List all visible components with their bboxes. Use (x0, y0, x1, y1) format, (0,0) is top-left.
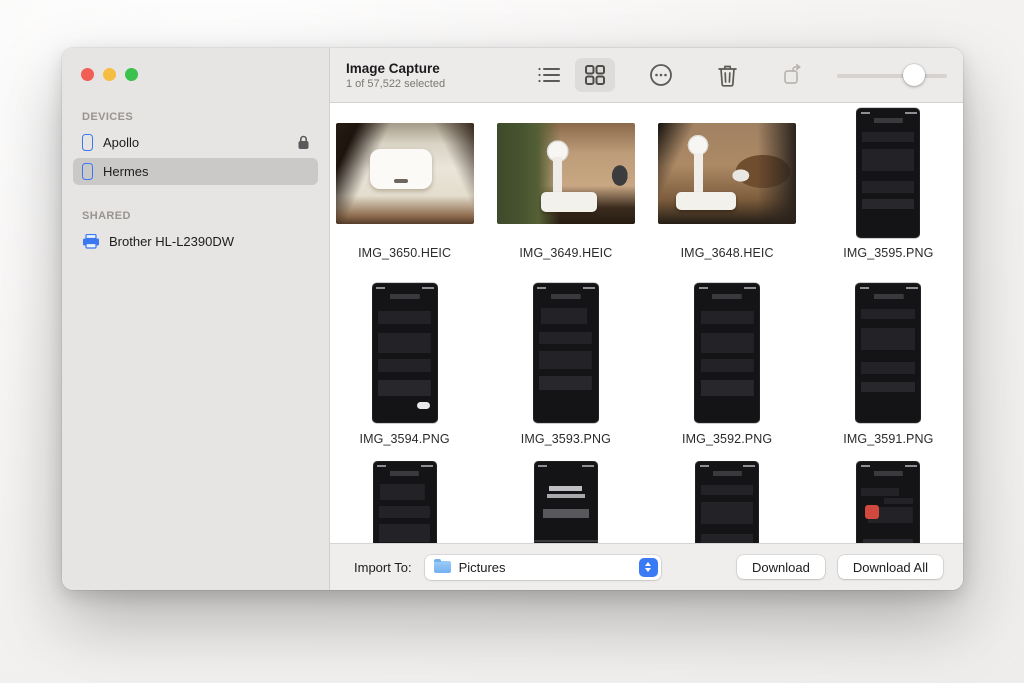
file-name: IMG_3650.HEIC (358, 246, 452, 260)
devices-section-label: DEVICES (82, 111, 134, 123)
thumbnail-img-3650[interactable] (335, 122, 474, 224)
grid-item[interactable] (330, 461, 479, 543)
grid-item[interactable]: IMG_3593.PNG (491, 280, 640, 446)
file-name: IMG_3595.PNG (843, 246, 934, 260)
thumbnail-img-3591[interactable] (855, 283, 922, 423)
title-block: Image Capture 1 of 57,522 selected (346, 61, 445, 91)
download-all-button[interactable]: Download All (837, 555, 943, 579)
rotate-icon (782, 63, 805, 87)
thumbnail-partial-1[interactable] (372, 461, 437, 543)
grid-item[interactable]: IMG_3594.PNG (330, 280, 479, 446)
close-window-button[interactable] (81, 68, 94, 81)
rotate-button[interactable] (773, 58, 813, 92)
sidebar-item-label: Apollo (103, 135, 140, 150)
destination-value: Pictures (458, 559, 506, 575)
import-to-label: Import To: (354, 559, 412, 575)
thumbnail-partial-3[interactable] (695, 461, 760, 543)
thumbnail-img-3594[interactable] (371, 283, 438, 423)
slider-knob[interactable] (903, 64, 925, 86)
slider-track (837, 74, 947, 78)
thumbnail-img-3595[interactable] (856, 108, 921, 238)
file-name: IMG_3648.HEIC (680, 246, 774, 260)
sidebar: DEVICES Apollo Hermes SHARED Brother HL-… (62, 48, 330, 590)
file-name: IMG_3592.PNG (682, 432, 773, 446)
selection-status: 1 of 57,522 selected (346, 78, 446, 91)
file-name: IMG_3594.PNG (359, 432, 450, 446)
grid-item[interactable]: IMG_3592.PNG (653, 280, 802, 446)
window-controls (62, 48, 329, 81)
grid-view-button[interactable] (575, 58, 615, 92)
grid-item[interactable] (814, 461, 963, 543)
shared-section-label: SHARED (82, 210, 131, 222)
thumbnail-partial-2[interactable] (533, 461, 598, 543)
thumbnail-img-3593[interactable] (532, 283, 599, 423)
grid-item[interactable]: IMG_3649.HEIC (491, 106, 640, 260)
thumbnail-img-3649[interactable] (496, 122, 635, 224)
sidebar-item-label: Hermes (103, 164, 149, 179)
delete-button[interactable] (707, 58, 747, 92)
thumbnail-img-3592[interactable] (694, 283, 761, 423)
image-capture-window: DEVICES Apollo Hermes SHARED Brother HL-… (62, 48, 963, 590)
file-name: IMG_3591.PNG (843, 432, 934, 446)
sidebar-item-label: Brother HL-L2390DW (109, 234, 234, 249)
sidebar-item-hermes[interactable]: Hermes (73, 158, 318, 185)
grid-item[interactable] (491, 461, 640, 543)
grid-item[interactable]: IMG_3648.HEIC (653, 106, 802, 260)
sidebar-item-brother-printer[interactable]: Brother HL-L2390DW (73, 228, 318, 255)
window-title: Image Capture (346, 60, 440, 76)
destination-popup[interactable]: Pictures (424, 554, 661, 580)
iphone-icon (82, 163, 93, 180)
thumbnail-img-3648[interactable] (658, 122, 797, 224)
thumbnail-grid: IMG_3650.HEIC IMG_3649.HEIC IMG_3648.HEI… (330, 103, 963, 543)
grid-item[interactable]: IMG_3591.PNG (814, 280, 963, 446)
popup-chevrons-icon (638, 557, 658, 577)
file-name: IMG_3593.PNG (520, 432, 611, 446)
main-pane: Image Capture 1 of 57,522 selected IMG_3… (330, 48, 963, 590)
toolbar: Image Capture 1 of 57,522 selected (330, 48, 963, 103)
printer-icon (82, 234, 100, 249)
grid-item[interactable] (653, 461, 802, 543)
list-view-icon (537, 65, 561, 85)
file-name: IMG_3649.HEIC (519, 246, 613, 260)
ellipsis-circle-icon (649, 63, 673, 87)
grid-item[interactable]: IMG_3595.PNG (814, 106, 963, 260)
folder-icon (433, 558, 451, 573)
footer-bar: Import To: Pictures Download Download Al… (330, 543, 963, 590)
zoom-window-button[interactable] (125, 68, 138, 81)
thumbnail-partial-4[interactable] (856, 461, 921, 543)
iphone-icon (82, 134, 93, 151)
grid-view-icon (584, 64, 606, 86)
trash-icon (717, 64, 738, 87)
minimize-window-button[interactable] (103, 68, 116, 81)
list-view-button[interactable] (529, 58, 569, 92)
thumbnail-zoom-slider[interactable] (837, 63, 947, 87)
download-button[interactable]: Download (737, 555, 825, 579)
sidebar-item-apollo[interactable]: Apollo (73, 129, 318, 156)
more-actions-button[interactable] (641, 58, 681, 92)
grid-item[interactable]: IMG_3650.HEIC (330, 106, 479, 260)
lock-icon (297, 135, 310, 150)
